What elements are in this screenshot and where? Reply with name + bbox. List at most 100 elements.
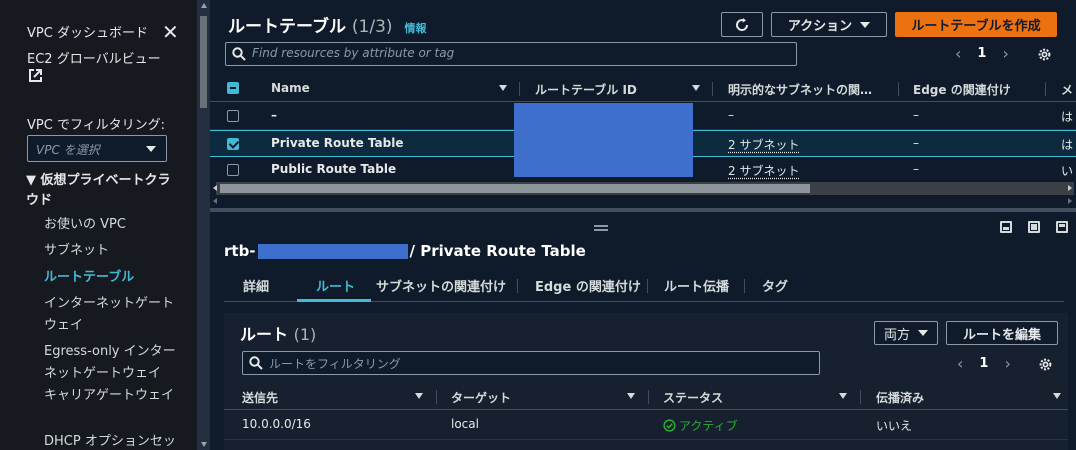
routes-title: ルート (1) bbox=[240, 321, 316, 345]
main-content: ルートテーブル (1/3) 情報 アクション ルートテーブルを作成 Find r… bbox=[210, 0, 1076, 450]
sidebar-ec2-global-view-link[interactable]: EC2 グローバルビュー bbox=[27, 48, 161, 67]
column-header-target[interactable]: ターゲット bbox=[451, 389, 511, 406]
sort-icon[interactable] bbox=[839, 393, 847, 399]
sidebar-scroll-thumb[interactable] bbox=[200, 16, 207, 108]
tab-subnet-associations[interactable]: サブネットの関連付け bbox=[376, 276, 506, 295]
tab-edge-associations[interactable]: Edge の関連付け bbox=[535, 276, 641, 295]
scroll-thumb[interactable] bbox=[220, 184, 810, 193]
resource-search-input[interactable]: Find resources by attribute or tag bbox=[225, 42, 797, 66]
sidebar-item-route-tables[interactable]: ルートテーブル bbox=[44, 267, 184, 289]
sidebar-item-carrier-gateways[interactable]: キャリアゲートウェイ bbox=[44, 385, 184, 407]
detail-title: rtb- / Private Route Table bbox=[224, 242, 586, 260]
column-header-name[interactable]: Name bbox=[271, 81, 310, 95]
route-filter-input[interactable]: ルートをフィルタリング bbox=[242, 351, 820, 375]
select-all-checkbox[interactable] bbox=[227, 82, 239, 94]
info-link[interactable]: 情報 bbox=[404, 22, 426, 35]
sidebar-item-your-vpcs[interactable]: お使いの VPC bbox=[44, 214, 184, 236]
caret-down-icon bbox=[146, 146, 156, 152]
panel-bottom-icon[interactable] bbox=[1000, 221, 1012, 233]
route-filter-placeholder: ルートをフィルタリング bbox=[269, 357, 401, 371]
route-propagated: いいえ bbox=[876, 419, 913, 433]
scroll-right-icon[interactable] bbox=[1068, 198, 1072, 204]
sidebar: VPC ダッシュボード ✕ EC2 グローバルビュー VPC でフィルタリング:… bbox=[0, 0, 210, 450]
column-divider[interactable] bbox=[519, 82, 520, 96]
column-divider[interactable] bbox=[860, 390, 861, 404]
tab-tags[interactable]: タグ bbox=[762, 276, 788, 295]
scroll-left-icon[interactable] bbox=[213, 185, 217, 191]
create-route-table-button[interactable]: ルートテーブルを作成 bbox=[895, 12, 1057, 37]
tab-divider bbox=[517, 279, 518, 293]
column-header-route-table-id[interactable]: ルートテーブル ID bbox=[535, 81, 637, 98]
check-circle-icon bbox=[663, 419, 676, 432]
sort-icon[interactable] bbox=[627, 393, 635, 399]
settings-gear-icon[interactable] bbox=[1038, 357, 1053, 372]
chevron-right-icon[interactable]: › bbox=[1004, 354, 1010, 373]
tab-details[interactable]: 詳細 bbox=[243, 276, 269, 295]
propagation-filter-select[interactable]: 両方 bbox=[874, 321, 938, 345]
actions-label: アクション bbox=[787, 19, 853, 34]
sort-icon[interactable] bbox=[1053, 393, 1061, 399]
external-link-icon[interactable] bbox=[28, 68, 43, 83]
row-checkbox[interactable] bbox=[227, 164, 239, 176]
route-destination: 10.0.0.0/16 bbox=[242, 417, 311, 431]
chevron-right-icon[interactable]: › bbox=[1002, 44, 1008, 63]
column-divider[interactable] bbox=[712, 82, 713, 96]
settings-gear-icon[interactable] bbox=[1037, 47, 1052, 62]
row-main: は bbox=[1061, 138, 1074, 152]
column-header-status[interactable]: ステータス bbox=[663, 389, 723, 406]
vpc-select-placeholder: VPC を選択 bbox=[36, 143, 100, 157]
row-subnets: – bbox=[728, 108, 734, 122]
drag-handle-icon[interactable] bbox=[594, 225, 608, 231]
sort-icon[interactable] bbox=[415, 393, 423, 399]
chevron-left-icon[interactable]: ‹ bbox=[957, 354, 963, 373]
sort-icon[interactable] bbox=[692, 85, 700, 91]
table-row[interactable]: 10.0.0.0/16 local アクティブ いいえ bbox=[224, 411, 1068, 440]
routes-title-text: ルート bbox=[240, 325, 289, 344]
actions-button[interactable]: アクション bbox=[771, 12, 887, 37]
vpc-select[interactable]: VPC を選択 bbox=[27, 135, 167, 162]
scroll-down-icon[interactable] bbox=[201, 442, 207, 447]
routes-pagination: ‹ 1 › bbox=[957, 354, 1011, 373]
routes-page-number[interactable]: 1 bbox=[979, 356, 988, 371]
panel-maximize-icon[interactable] bbox=[1056, 221, 1068, 233]
row-checkbox[interactable] bbox=[227, 138, 239, 150]
sort-icon[interactable] bbox=[499, 85, 507, 91]
scroll-left-icon[interactable] bbox=[213, 198, 217, 204]
sidebar-item-internet-gateways[interactable]: インターネットゲートウェイ bbox=[44, 293, 184, 337]
row-subnets-link[interactable]: 2 サブネット bbox=[728, 136, 799, 153]
row-name: Private Route Table bbox=[271, 136, 404, 150]
sidebar-item-subnets[interactable]: サブネット bbox=[44, 240, 184, 262]
route-status-text: アクティブ bbox=[679, 419, 738, 433]
tab-route-propagation[interactable]: ルート伝播 bbox=[664, 276, 729, 295]
page-number[interactable]: 1 bbox=[977, 46, 986, 61]
horizontal-scrollbar[interactable] bbox=[210, 182, 1076, 208]
panel-side-icon[interactable] bbox=[1028, 221, 1040, 233]
column-divider[interactable] bbox=[898, 82, 899, 96]
sidebar-section-vpc[interactable]: ▼ 仮想プライベートクラウド bbox=[26, 171, 176, 211]
sidebar-item-egress-only-gateways[interactable]: Egress-only インターネットゲートウェイ bbox=[44, 341, 184, 385]
column-divider[interactable] bbox=[436, 390, 437, 404]
page-title-text: ルートテーブル bbox=[228, 17, 346, 37]
column-header-explicit-subnets[interactable]: 明示的なサブネットの関… bbox=[728, 81, 872, 98]
pagination: ‹ 1 › bbox=[955, 44, 1009, 63]
column-header-propagated[interactable]: 伝播済み bbox=[876, 389, 924, 406]
column-header-destination[interactable]: 送信先 bbox=[242, 389, 278, 406]
column-divider[interactable] bbox=[648, 390, 649, 404]
sidebar-item-dhcp-options[interactable]: DHCP オプションセッ bbox=[44, 431, 184, 450]
column-divider[interactable] bbox=[1045, 82, 1046, 96]
row-checkbox[interactable] bbox=[227, 110, 239, 122]
chevron-left-icon[interactable]: ‹ bbox=[955, 44, 961, 63]
column-header-edge-associations[interactable]: Edge の関連付け bbox=[913, 81, 1011, 98]
page-title: ルートテーブル (1/3) 情報 bbox=[228, 12, 426, 37]
refresh-button[interactable] bbox=[721, 12, 763, 37]
scroll-right-icon[interactable] bbox=[1068, 185, 1072, 191]
routes-table-header: 送信先 ターゲット ステータス 伝播済み bbox=[224, 384, 1068, 410]
close-icon[interactable]: ✕ bbox=[162, 20, 179, 44]
tab-routes[interactable]: ルート bbox=[316, 276, 355, 295]
edit-routes-button[interactable]: ルートを編集 bbox=[946, 321, 1058, 345]
row-name: – bbox=[271, 108, 277, 122]
column-header-main[interactable]: メ bbox=[1061, 81, 1073, 98]
scroll-up-icon[interactable] bbox=[201, 3, 207, 8]
row-subnets-link[interactable]: 2 サブネット bbox=[728, 162, 799, 179]
sidebar-dashboard-link[interactable]: VPC ダッシュボード bbox=[27, 22, 148, 41]
